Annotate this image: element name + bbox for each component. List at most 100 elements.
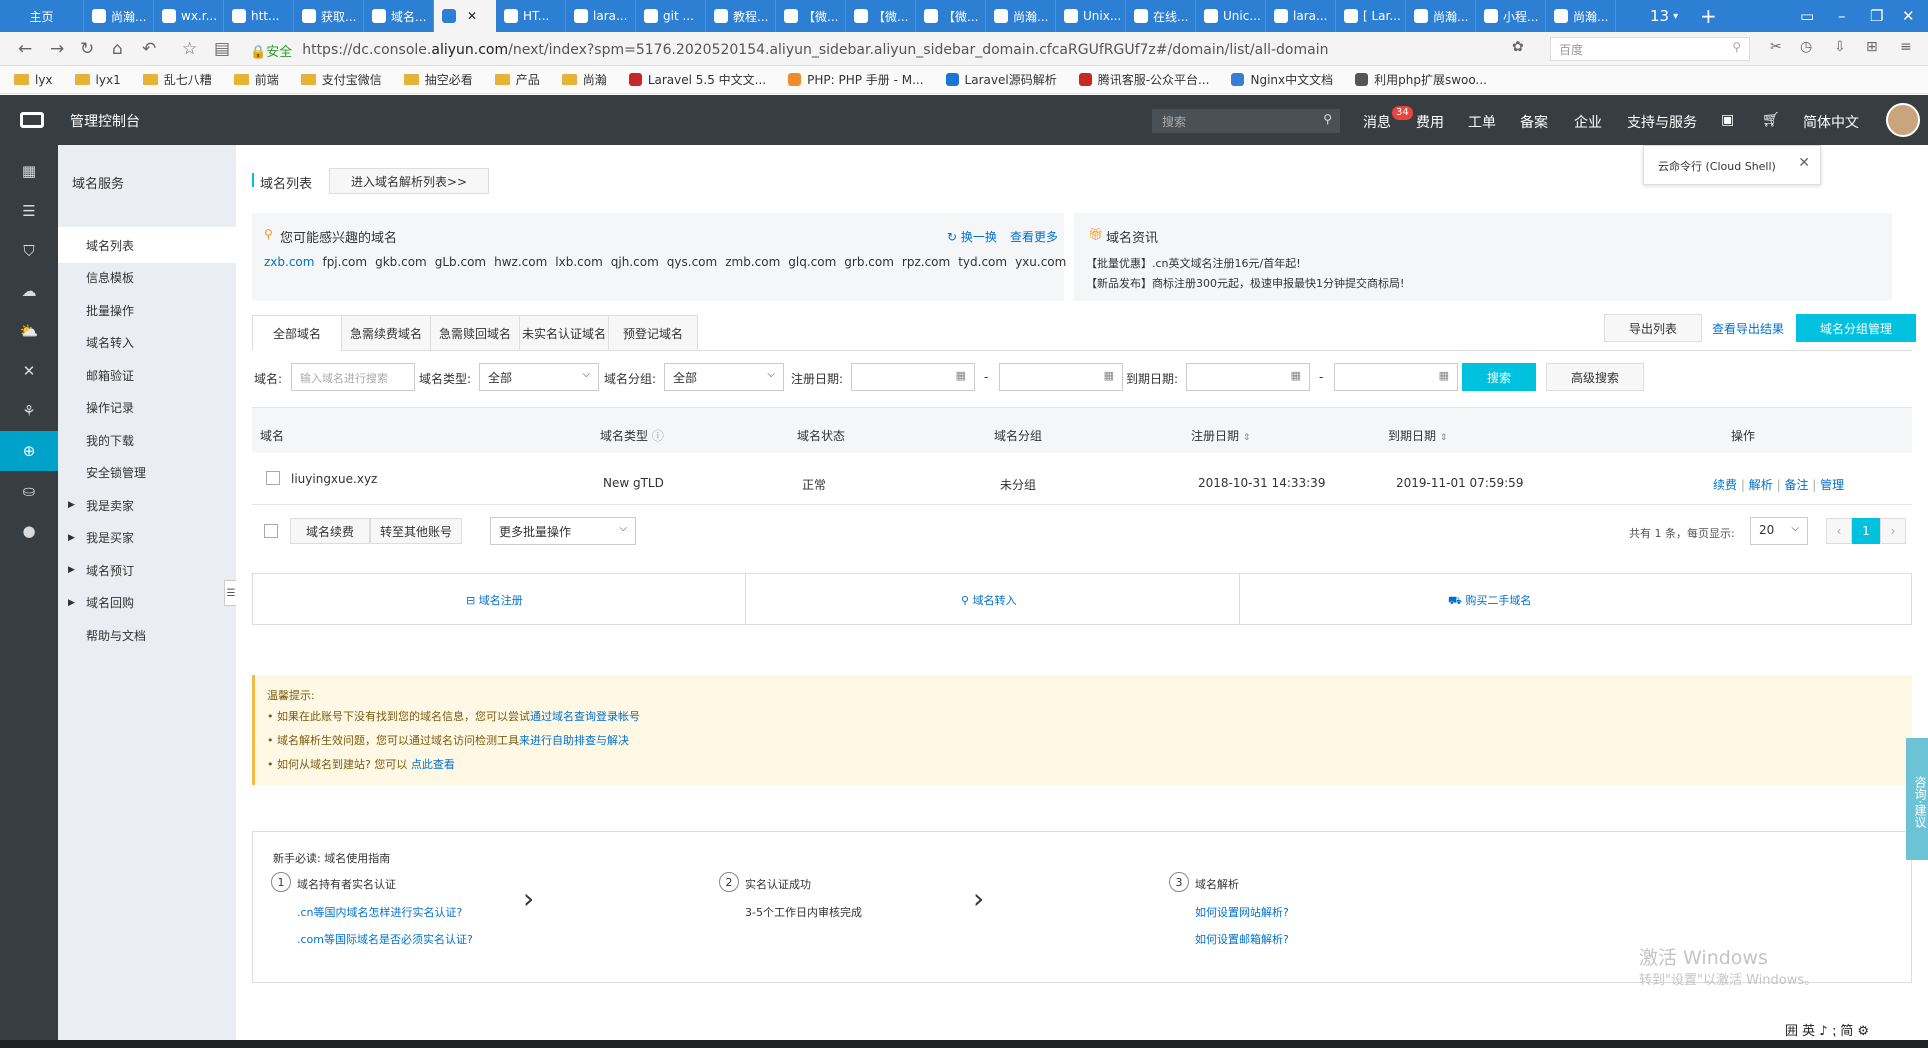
extension-icon[interactable]: ✿ xyxy=(1512,39,1524,55)
menu-icon[interactable]: ≡ xyxy=(1900,39,1912,55)
manage-link[interactable]: 管理 xyxy=(1820,478,1844,492)
new-tab-button[interactable]: + xyxy=(1700,0,1717,32)
cloud-shell-popover[interactable]: 云命令行 (Cloud Shell) ✕ xyxy=(1643,145,1821,185)
sidebar-item[interactable]: 操作记录 xyxy=(58,390,236,426)
browser-tab[interactable]: 小程... xyxy=(1476,0,1546,32)
sidebar-item[interactable]: 批量操作 xyxy=(58,292,236,328)
bookmark-item[interactable]: 利用php扩展swoo... xyxy=(1355,71,1487,88)
browser-tab[interactable]: [ Lar... xyxy=(1336,0,1406,32)
browser-tab[interactable]: 尚瀚... xyxy=(1546,0,1616,32)
url-field[interactable]: 🔒安全 https://dc.console. aliyun.com/next/i… xyxy=(250,38,1555,62)
nav-enterprise[interactable]: 企业 xyxy=(1574,112,1602,132)
network-icon[interactable]: ⚘ xyxy=(0,391,58,431)
feedback-tab[interactable]: 咨询·建议 xyxy=(1906,738,1928,860)
group-select[interactable]: 全部 ⌵ xyxy=(664,363,784,391)
browser-tab[interactable]: 教程... xyxy=(706,0,776,32)
sidebar-item[interactable]: ▶ 域名回购 xyxy=(58,585,236,621)
bookmark-item[interactable]: 产品 xyxy=(494,71,540,88)
reader-icon[interactable]: ▤ xyxy=(214,39,230,59)
quick-register-link[interactable]: ⊟ 域名注册 xyxy=(466,592,523,608)
apps-icon[interactable]: ⊞ xyxy=(1866,39,1878,55)
browser-tab[interactable]: 【微... xyxy=(776,0,846,32)
suggest-domain[interactable]: grb.com xyxy=(844,255,894,269)
browser-tab[interactable]: Unic... xyxy=(1196,0,1266,32)
export-result-link[interactable]: 查看导出结果 xyxy=(1712,320,1784,337)
close-icon[interactable]: ✕ xyxy=(1798,155,1810,171)
ime-indicator[interactable]: 囲 英 ♪ ⁏ 简 ⚙ xyxy=(1785,1020,1869,1039)
bookmark-item[interactable]: PHP: PHP 手册 - M... xyxy=(788,71,924,88)
exp-start-date[interactable]: ▦ xyxy=(1186,363,1310,391)
home-icon[interactable]: ⌂ xyxy=(112,39,123,59)
quick-buy-link[interactable]: ⛟ 购买二手域名 xyxy=(1448,592,1531,609)
reload-icon[interactable]: ↻ xyxy=(80,39,94,59)
browser-tab[interactable]: 获取... xyxy=(294,0,364,32)
suggest-domain[interactable]: rpz.com xyxy=(902,255,950,269)
browser-search-input[interactable]: 百度 ⚲ xyxy=(1550,37,1750,61)
console-search-input[interactable]: 搜索 ⚲ xyxy=(1152,109,1340,133)
sidebar-item[interactable]: ▶ 我是买家 xyxy=(58,520,236,556)
browser-tab[interactable]: htt... xyxy=(224,0,294,32)
step-link[interactable]: 如何设置网站解析? xyxy=(1195,904,1289,920)
sidebar-item[interactable]: ▶ 域名预订 xyxy=(58,552,236,588)
cloud-icon[interactable]: ☁ xyxy=(0,271,58,311)
forward-icon[interactable]: → xyxy=(50,39,64,59)
export-list-button[interactable]: 导出列表 xyxy=(1604,314,1702,342)
globe-icon[interactable]: ⊕ xyxy=(0,431,58,471)
close-tab-icon[interactable]: ✕ xyxy=(467,9,477,23)
select-all-checkbox[interactable] xyxy=(264,524,278,538)
sidebar-item[interactable]: 邮箱验证 xyxy=(58,357,236,393)
browser-tab[interactable]: 尚瀚... xyxy=(84,0,154,32)
nav-icp[interactable]: 备案 xyxy=(1520,112,1548,132)
close-window-icon[interactable]: ✕ xyxy=(1902,0,1915,32)
suggest-domain[interactable]: glq.com xyxy=(788,255,836,269)
suggest-domain[interactable]: gkb.com xyxy=(375,255,427,269)
news-line[interactable]: 【批量优惠】.cn英文域名注册16元/首年起! xyxy=(1086,255,1301,271)
nav-language[interactable]: 简体中文 xyxy=(1803,112,1859,132)
browser-tab[interactable]: ✕ xyxy=(434,0,496,32)
step-link[interactable]: .com等国际域名是否必须实名认证? xyxy=(297,931,473,947)
step-link[interactable]: .cn等国内域名怎样进行实名认证? xyxy=(297,904,462,920)
suggest-domain[interactable]: zxb.com xyxy=(264,255,314,269)
sidebar-item[interactable]: 域名列表 xyxy=(58,227,236,263)
bookmark-item[interactable]: 前端 xyxy=(233,71,279,88)
reg-end-date[interactable]: ▦ xyxy=(999,363,1123,391)
enter-dns-list-button[interactable]: 进入域名解析列表>> xyxy=(329,168,489,194)
domain-search-input[interactable]: 输入域名进行搜索 xyxy=(291,363,415,391)
col-exp-date[interactable]: 到期日期 ⇕ xyxy=(1388,427,1447,444)
tools-icon[interactable]: ✕ xyxy=(0,351,58,391)
more-bulk-ops-select[interactable]: 更多批量操作 ⌵ xyxy=(490,517,636,545)
tag-icon[interactable]: ⛀ xyxy=(0,471,58,511)
tip-link[interactable]: 点此查看 xyxy=(411,758,455,771)
browser-tab[interactable]: Unix... xyxy=(1056,0,1126,32)
browser-tab[interactable]: HT... xyxy=(496,0,566,32)
bookmark-item[interactable]: 抽空必看 xyxy=(403,71,473,88)
suggest-domain[interactable]: yxu.com xyxy=(1015,255,1066,269)
bulk-renew-button[interactable]: 域名续费 xyxy=(290,518,370,544)
dns-link[interactable]: 解析 xyxy=(1749,478,1773,492)
suggest-domain[interactable]: fpj.com xyxy=(322,255,367,269)
bookmark-item[interactable]: lyx xyxy=(14,73,53,87)
note-link[interactable]: 备注 xyxy=(1784,478,1808,492)
suggest-domain[interactable]: gLb.com xyxy=(435,255,486,269)
nav-billing[interactable]: 费用 xyxy=(1416,112,1444,132)
tip-link[interactable]: 来进行自助排查与解决 xyxy=(519,734,629,747)
row-domain[interactable]: liuyingxue.xyz xyxy=(291,472,377,486)
bookmark-item[interactable]: Laravel 5.5 中文文... xyxy=(628,71,766,88)
domain-tab[interactable]: 急需续费域名 xyxy=(341,315,431,351)
search-button[interactable]: 搜索 xyxy=(1462,363,1536,391)
news-line[interactable]: 【新品发布】商标注册300元起，极速申报最快1分钟提交商标局! xyxy=(1086,275,1404,291)
browser-tab[interactable]: lara... xyxy=(1266,0,1336,32)
screenshot-icon[interactable]: ✂ xyxy=(1770,39,1782,55)
renew-link[interactable]: 续费 xyxy=(1713,478,1737,492)
quick-transfer-link[interactable]: ⚲ 域名转入 xyxy=(961,592,1017,608)
current-page-button[interactable]: 1 xyxy=(1852,518,1880,544)
avatar[interactable] xyxy=(1886,103,1920,137)
minimize-icon[interactable]: – xyxy=(1838,0,1846,32)
console-title[interactable]: 管理控制台 xyxy=(70,111,140,131)
history-icon[interactable]: ◷ xyxy=(1800,39,1812,55)
sidebar-item[interactable]: ▶ 我是卖家 xyxy=(58,487,236,523)
terminal-icon[interactable]: ▣ xyxy=(1721,112,1734,128)
browser-tab[interactable]: 【微... xyxy=(916,0,986,32)
browser-tab[interactable]: 尚瀚... xyxy=(986,0,1056,32)
help-icon[interactable]: ⓘ xyxy=(652,429,664,443)
